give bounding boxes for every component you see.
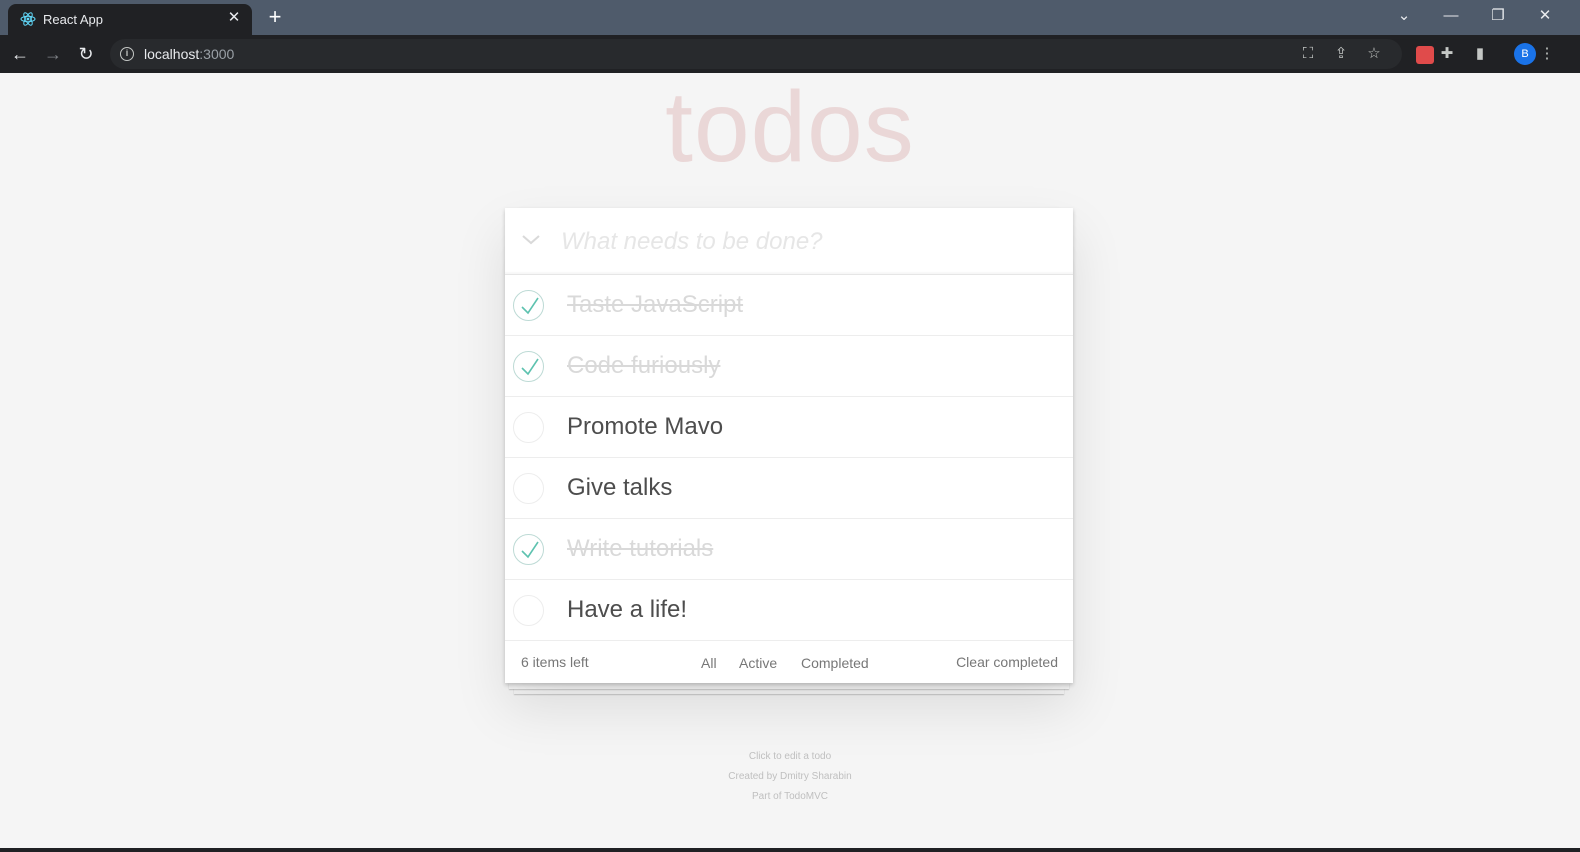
- clear-completed-button[interactable]: Clear completed: [956, 654, 1058, 670]
- todo-checkbox[interactable]: [513, 290, 544, 321]
- todo-label[interactable]: Write tutorials: [567, 535, 713, 563]
- todo-checkbox[interactable]: [513, 473, 544, 504]
- browser-tab-bar: React App ✕ + ⌄ — ❐ ✕: [0, 0, 1580, 35]
- menu-kebab-icon[interactable]: ⋮: [1537, 44, 1557, 64]
- site-info-icon[interactable]: i: [120, 47, 134, 61]
- close-window-icon[interactable]: ✕: [1531, 4, 1559, 28]
- info-todomvc[interactable]: Part of TodoMVC: [0, 787, 1580, 807]
- todo-app: Taste JavaScript Code furiously Promote Ma…: [505, 208, 1073, 683]
- extension-icon[interactable]: [1416, 46, 1434, 64]
- filter-active[interactable]: Active: [731, 647, 785, 673]
- todo-list: Taste JavaScript Code furiously Promote Ma…: [505, 275, 1073, 641]
- reload-icon[interactable]: ↻: [73, 41, 99, 67]
- url-host: localhost: [144, 46, 200, 62]
- extensions-puzzle-icon[interactable]: ✚: [1437, 44, 1457, 64]
- minimize-icon[interactable]: —: [1437, 4, 1465, 28]
- new-todo-input[interactable]: [561, 222, 1061, 262]
- checkmark-icon: [521, 297, 539, 315]
- back-icon[interactable]: ←: [7, 41, 33, 67]
- share-icon[interactable]: ⇪: [1331, 44, 1351, 64]
- todo-item: Have a life!: [505, 580, 1073, 641]
- info-credits[interactable]: Created by Dmitry Sharabin: [0, 767, 1580, 787]
- info-footer: Click to edit a todo Created by Dmitry S…: [0, 747, 1580, 807]
- info-edit-hint: Click to edit a todo: [748, 751, 832, 762]
- todo-label[interactable]: Code furiously: [567, 352, 720, 380]
- stack-shadow: [509, 683, 1069, 689]
- todo-footer: 6 items left All Active Completed Clear …: [505, 641, 1073, 683]
- tab-title: React App: [43, 12, 103, 27]
- todo-item: Taste JavaScript: [505, 275, 1073, 336]
- tab-close-icon[interactable]: ✕: [224, 8, 244, 28]
- todo-item: Write tutorials: [505, 519, 1073, 580]
- taskbar-edge: [0, 848, 1580, 852]
- url-port: :3000: [199, 46, 235, 62]
- filter-completed[interactable]: Completed: [793, 647, 877, 673]
- bookmark-star-icon[interactable]: ☆: [1364, 44, 1384, 64]
- url-text[interactable]: localhost:3000: [144, 46, 234, 62]
- todo-label[interactable]: Taste JavaScript: [567, 291, 743, 319]
- tab-search-icon[interactable]: ⌄: [1390, 4, 1418, 28]
- todo-checkbox[interactable]: [513, 534, 544, 565]
- todo-label[interactable]: Have a life!: [567, 596, 687, 624]
- todo-checkbox[interactable]: [513, 351, 544, 382]
- react-logo-icon: [20, 11, 36, 27]
- restore-icon[interactable]: ❐: [1484, 4, 1512, 28]
- todo-checkbox[interactable]: [513, 412, 544, 443]
- app-title: todos: [665, 71, 915, 183]
- checkmark-icon: [521, 541, 539, 559]
- address-bar[interactable]: i localhost:3000: [110, 39, 1402, 69]
- todo-item: Give talks: [505, 458, 1073, 519]
- toggle-all-chevron-icon[interactable]: [519, 230, 543, 254]
- translate-icon[interactable]: ⛶: [1298, 44, 1318, 64]
- filter-all[interactable]: All: [693, 647, 725, 673]
- new-tab-button[interactable]: +: [263, 6, 287, 30]
- todo-checkbox[interactable]: [513, 595, 544, 626]
- todo-item: Promote Mavo: [505, 397, 1073, 458]
- side-panel-icon[interactable]: ▮: [1470, 44, 1490, 64]
- browser-toolbar: ← → ↻ i localhost:3000 ⛶ ⇪ ☆ ✚ ▮ ⋮: [0, 35, 1580, 73]
- todo-label[interactable]: Give talks: [567, 474, 672, 502]
- todo-label[interactable]: Promote Mavo: [567, 413, 723, 441]
- profile-avatar[interactable]: B: [1514, 43, 1536, 65]
- todo-header: [505, 208, 1073, 275]
- browser-tab[interactable]: React App ✕: [8, 4, 252, 35]
- forward-icon[interactable]: →: [40, 41, 66, 67]
- checkmark-icon: [521, 358, 539, 376]
- items-left-count: 6 items left: [521, 654, 589, 670]
- todo-item: Code furiously: [505, 336, 1073, 397]
